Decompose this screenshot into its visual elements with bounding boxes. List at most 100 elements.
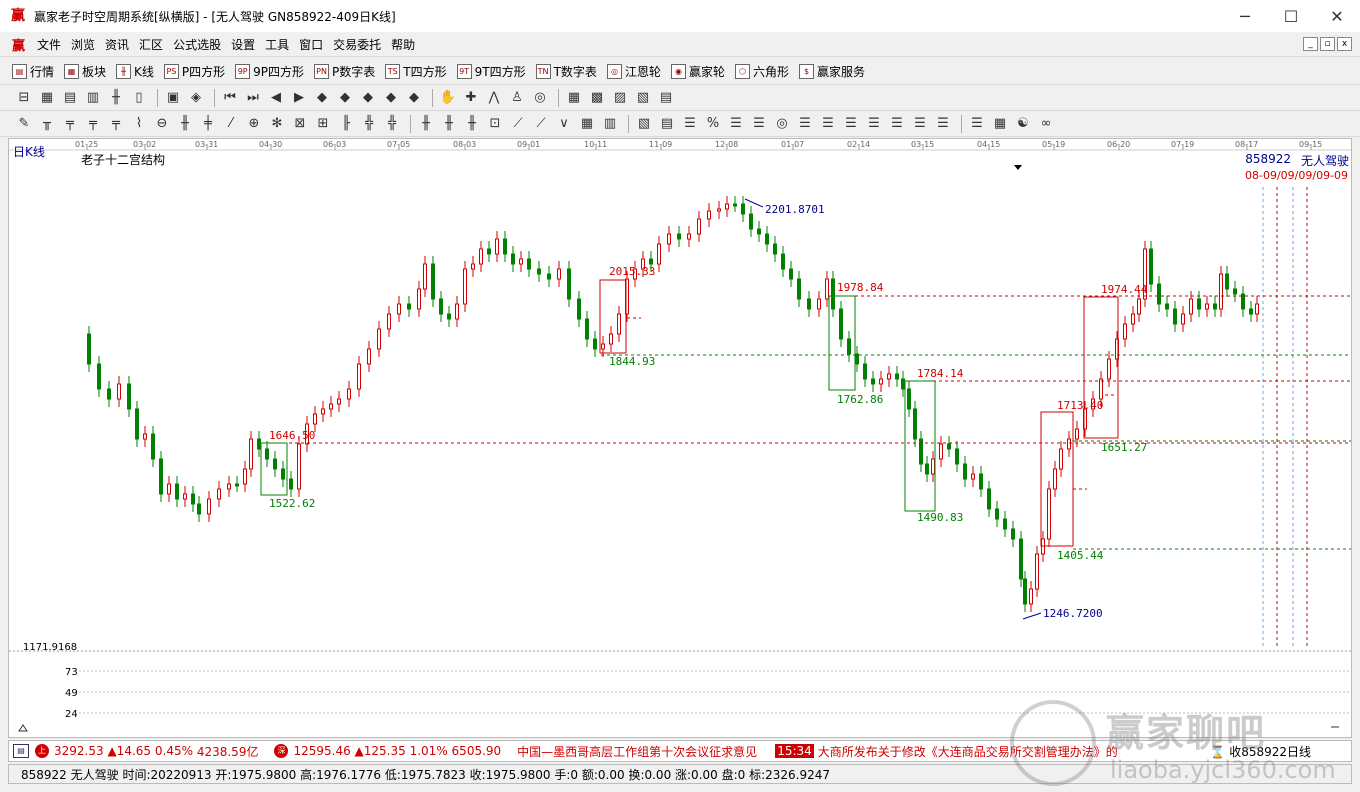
menu-info[interactable]: 资讯 — [100, 36, 134, 53]
period-label[interactable]: 日K线 — [13, 143, 45, 160]
tool-toolbar3-31-icon[interactable]: ☰ — [749, 114, 769, 134]
index-shanghai[interactable]: 上 3292.53 ▲14.65 0.45% 4238.59亿 — [29, 743, 258, 760]
menu-formula[interactable]: 公式选股 — [168, 36, 226, 53]
kline-chart[interactable]: 01-25 03-02 03-31 04-30 06-03 07-05 08-03 09-01… — [9, 139, 1351, 737]
maximize-button[interactable]: ☐ — [1268, 0, 1314, 32]
tool-toolbar3-3-icon[interactable]: ╤ — [83, 114, 103, 134]
tool-toolbar2-1-icon[interactable]: ▦ — [37, 88, 57, 108]
tool-toolbar2-7-icon[interactable]: ◈ — [186, 88, 206, 108]
tool-toolbar3-13-icon[interactable]: ⊞ — [313, 114, 333, 134]
tool-toolbar2-26-icon[interactable]: ▤ — [656, 88, 676, 108]
menu-help[interactable]: 帮助 — [386, 36, 420, 53]
tool-toolbar3-8-icon[interactable]: ╪ — [198, 114, 218, 134]
tool-toolbar3-2-icon[interactable]: ╤ — [60, 114, 80, 134]
tool-toolbar3-42-icon[interactable]: ☯ — [1013, 114, 1033, 134]
menu-window[interactable]: 窗口 — [294, 36, 328, 53]
menu-trade[interactable]: 交易委托 — [328, 36, 386, 53]
tool-toolbar3-25-icon[interactable]: ▥ — [600, 114, 620, 134]
tool-toolbar3-32-icon[interactable]: ◎ — [772, 114, 792, 134]
tool-toolbar3-18-icon[interactable]: ╫ — [439, 114, 459, 134]
tool-toolbar2-17-icon[interactable]: ✋ — [438, 88, 458, 108]
mdi-close-button[interactable]: x — [1337, 37, 1352, 51]
toolbar-ts-button[interactable]: TS T四方形 — [385, 63, 447, 80]
toolbar-9t-button[interactable]: 9T 9T四方形 — [456, 63, 526, 80]
tool-toolbar2-10-icon[interactable]: ◀ — [266, 88, 286, 108]
tool-toolbar3-11-icon[interactable]: ✻ — [267, 114, 287, 134]
news-headline-2[interactable]: 大商所发布关于修改《大连商品交易所交割管理办法》的 — [818, 743, 1118, 760]
tool-toolbar2-6-icon[interactable]: ▣ — [163, 88, 183, 108]
mdi-minimize-button[interactable]: _ — [1303, 37, 1318, 51]
tool-toolbar2-25-icon[interactable]: ▧ — [633, 88, 653, 108]
tool-toolbar2-2-icon[interactable]: ▤ — [60, 88, 80, 108]
tool-toolbar3-17-icon[interactable]: ╫ — [416, 114, 436, 134]
menu-settings[interactable]: 设置 — [226, 36, 260, 53]
chart-panel[interactable]: 01-25 03-02 03-31 04-30 06-03 07-05 08-03 09-01… — [8, 138, 1352, 738]
tool-toolbar3-14-icon[interactable]: ╟ — [336, 114, 356, 134]
tool-toolbar2-20-icon[interactable]: ♙ — [507, 88, 527, 108]
toolbar-candlestick-button[interactable]: ╫ K线 — [116, 63, 154, 80]
tool-toolbar3-28-icon[interactable]: ☰ — [680, 114, 700, 134]
tool-toolbar3-24-icon[interactable]: ▦ — [577, 114, 597, 134]
tool-toolbar3-7-icon[interactable]: ╫ — [175, 114, 195, 134]
tool-toolbar2-19-icon[interactable]: ⋀ — [484, 88, 504, 108]
tool-toolbar3-4-icon[interactable]: ╤ — [106, 114, 126, 134]
index-shenzhen[interactable]: 深 12595.46 ▲125.35 1.01% 6505.90 — [268, 744, 501, 758]
tool-toolbar3-34-icon[interactable]: ☰ — [818, 114, 838, 134]
toolbar-tn-button[interactable]: TN T数字表 — [535, 63, 597, 80]
menu-file[interactable]: 文件 — [32, 36, 66, 53]
toolbar-blocks-button[interactable]: ▦ 板块 — [64, 63, 106, 80]
toolbar-pn-button[interactable]: PN P数字表 — [314, 63, 375, 80]
tool-toolbar3-39-icon[interactable]: ☰ — [933, 114, 953, 134]
tool-toolbar2-5-icon[interactable]: ▯ — [129, 88, 149, 108]
toolbar-wheel-button[interactable]: ◎ 江恩轮 — [606, 63, 661, 80]
tool-toolbar2-16-icon[interactable]: ◆ — [404, 88, 424, 108]
news-headline-1[interactable]: 中国—墨西哥高层工作组第十次会议征求意见 — [517, 743, 757, 760]
tool-toolbar3-12-icon[interactable]: ⊠ — [290, 114, 310, 134]
tool-toolbar2-13-icon[interactable]: ◆ — [335, 88, 355, 108]
tool-toolbar3-33-icon[interactable]: ☰ — [795, 114, 815, 134]
tool-toolbar3-27-icon[interactable]: ▤ — [657, 114, 677, 134]
tool-toolbar2-24-icon[interactable]: ▨ — [610, 88, 630, 108]
tool-toolbar3-1-icon[interactable]: ╥ — [37, 114, 57, 134]
tool-toolbar3-15-icon[interactable]: ╬ — [359, 114, 379, 134]
tool-toolbar3-0-icon[interactable]: ✎ — [14, 114, 34, 134]
app-menu-icon[interactable]: 赢 — [12, 35, 28, 54]
tool-toolbar2-8-icon[interactable]: ⏮ — [220, 88, 240, 108]
tool-toolbar3-19-icon[interactable]: ╫ — [462, 114, 482, 134]
tool-toolbar3-38-icon[interactable]: ☰ — [910, 114, 930, 134]
tool-toolbar3-20-icon[interactable]: ⊡ — [485, 114, 505, 134]
tool-toolbar2-15-icon[interactable]: ◆ — [381, 88, 401, 108]
tool-toolbar2-4-icon[interactable]: ╫ — [106, 88, 126, 108]
tool-toolbar2-23-icon[interactable]: ▩ — [587, 88, 607, 108]
tool-toolbar3-29-icon[interactable]: % — [703, 114, 723, 134]
grid-icon[interactable]: ▤ — [13, 744, 29, 758]
tool-toolbar3-26-icon[interactable]: ▧ — [634, 114, 654, 134]
tool-toolbar3-41-icon[interactable]: ▦ — [990, 114, 1010, 134]
tool-toolbar3-43-icon[interactable]: ∞ — [1036, 114, 1056, 134]
tool-toolbar3-35-icon[interactable]: ☰ — [841, 114, 861, 134]
tool-toolbar3-6-icon[interactable]: ⊖ — [152, 114, 172, 134]
tool-toolbar2-22-icon[interactable]: ▦ — [564, 88, 584, 108]
toolbar-hexagon-button[interactable]: ⬡ 六角形 — [734, 63, 789, 80]
tool-toolbar3-16-icon[interactable]: ╬ — [382, 114, 402, 134]
menu-browse[interactable]: 浏览 — [66, 36, 100, 53]
tool-toolbar2-3-icon[interactable]: ▥ — [83, 88, 103, 108]
tool-toolbar2-0-icon[interactable]: ⊟ — [14, 88, 34, 108]
tool-toolbar3-10-icon[interactable]: ⊕ — [244, 114, 264, 134]
tool-toolbar3-40-icon[interactable]: ☰ — [967, 114, 987, 134]
close-button[interactable]: ✕ — [1314, 0, 1360, 32]
tool-toolbar3-23-icon[interactable]: ∨ — [554, 114, 574, 134]
tool-toolbar2-21-icon[interactable]: ◎ — [530, 88, 550, 108]
tool-toolbar3-36-icon[interactable]: ☰ — [864, 114, 884, 134]
tool-toolbar3-22-icon[interactable]: ⟋ — [531, 114, 551, 134]
toolbar-dollar-button[interactable]: $ 赢家服务 — [798, 63, 865, 80]
toolbar-grid-button[interactable]: ▤ 行情 — [12, 63, 54, 80]
tool-toolbar3-5-icon[interactable]: ⌇ — [129, 114, 149, 134]
tool-toolbar3-37-icon[interactable]: ☰ — [887, 114, 907, 134]
tool-toolbar3-30-icon[interactable]: ☰ — [726, 114, 746, 134]
tool-toolbar3-21-icon[interactable]: ⟋ — [508, 114, 528, 134]
tool-toolbar3-9-icon[interactable]: ⁄ — [221, 114, 241, 134]
tool-toolbar2-12-icon[interactable]: ◆ — [312, 88, 332, 108]
toolbar-ps-button[interactable]: PS P四方形 — [163, 63, 225, 80]
tool-toolbar2-18-icon[interactable]: ✚ — [461, 88, 481, 108]
